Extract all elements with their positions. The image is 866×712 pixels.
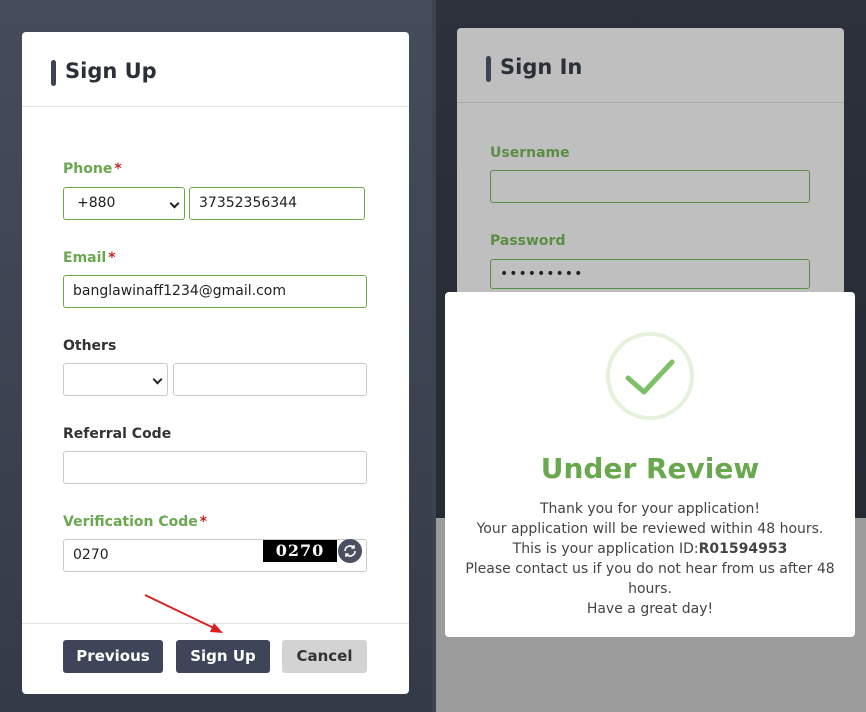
modal-title: Under Review (540, 452, 760, 485)
verification-label: Verification Code * (63, 514, 207, 530)
modal-line-4a: Please contact us if you do not hear fro… (465, 561, 835, 577)
required-marker: * (114, 161, 122, 177)
country-code-value: +880 (77, 195, 116, 211)
chevron-down-icon (169, 198, 180, 209)
phone-label-text: Phone (63, 161, 113, 177)
email-input[interactable]: banglawinaff1234@gmail.com (63, 275, 367, 308)
password-input[interactable]: ••••••••• (490, 259, 810, 289)
country-code-select[interactable]: +880 (63, 187, 185, 220)
annotation-arrow-icon (144, 594, 223, 633)
modal-line-3: This is your application ID:R01594953 (463, 539, 837, 559)
signin-title: Sign In (500, 55, 583, 79)
signin-header: Sign In (457, 28, 844, 103)
phone-label: Phone * (63, 161, 122, 177)
signup-header: Sign Up (22, 32, 409, 107)
captcha-image: 0270 (263, 540, 337, 562)
application-id: R01594953 (698, 541, 788, 557)
success-circle (606, 332, 694, 420)
referral-input[interactable] (63, 451, 367, 484)
others-select[interactable] (63, 363, 168, 396)
cancel-button[interactable]: Cancel (282, 640, 367, 673)
signup-title: Sign Up (65, 59, 157, 83)
verification-label-text: Verification Code (63, 514, 198, 530)
modal-line-4b: hours. (628, 581, 672, 597)
password-label: Password (490, 233, 566, 249)
check-icon (625, 359, 675, 395)
username-input[interactable] (490, 170, 810, 203)
modal-line-5: Have a great day! (586, 601, 714, 617)
required-marker: * (199, 514, 208, 530)
others-input[interactable] (173, 363, 367, 396)
required-marker: * (108, 250, 116, 266)
title-accent-bar (51, 60, 56, 86)
modal-line-1: Thank you for your application! (539, 501, 761, 517)
review-modal: Under Review Thank you for your applicat… (445, 292, 855, 637)
previous-button[interactable]: Previous (63, 640, 163, 673)
modal-line-2: Your application will be reviewed within… (476, 521, 824, 537)
username-label: Username (490, 145, 570, 161)
chevron-down-icon (152, 374, 163, 385)
email-label-text: Email (63, 250, 107, 266)
email-label: Email * (63, 250, 116, 266)
signup-button[interactable]: Sign Up (176, 640, 270, 673)
others-label: Others (63, 338, 117, 354)
refresh-icon (344, 545, 356, 557)
referral-label: Referral Code (63, 426, 172, 442)
title-accent-bar (486, 56, 491, 82)
application-id-prefix: This is your application ID: (512, 541, 699, 557)
phone-input[interactable]: 37352356344 (189, 187, 365, 220)
refresh-captcha-button[interactable] (338, 539, 362, 563)
